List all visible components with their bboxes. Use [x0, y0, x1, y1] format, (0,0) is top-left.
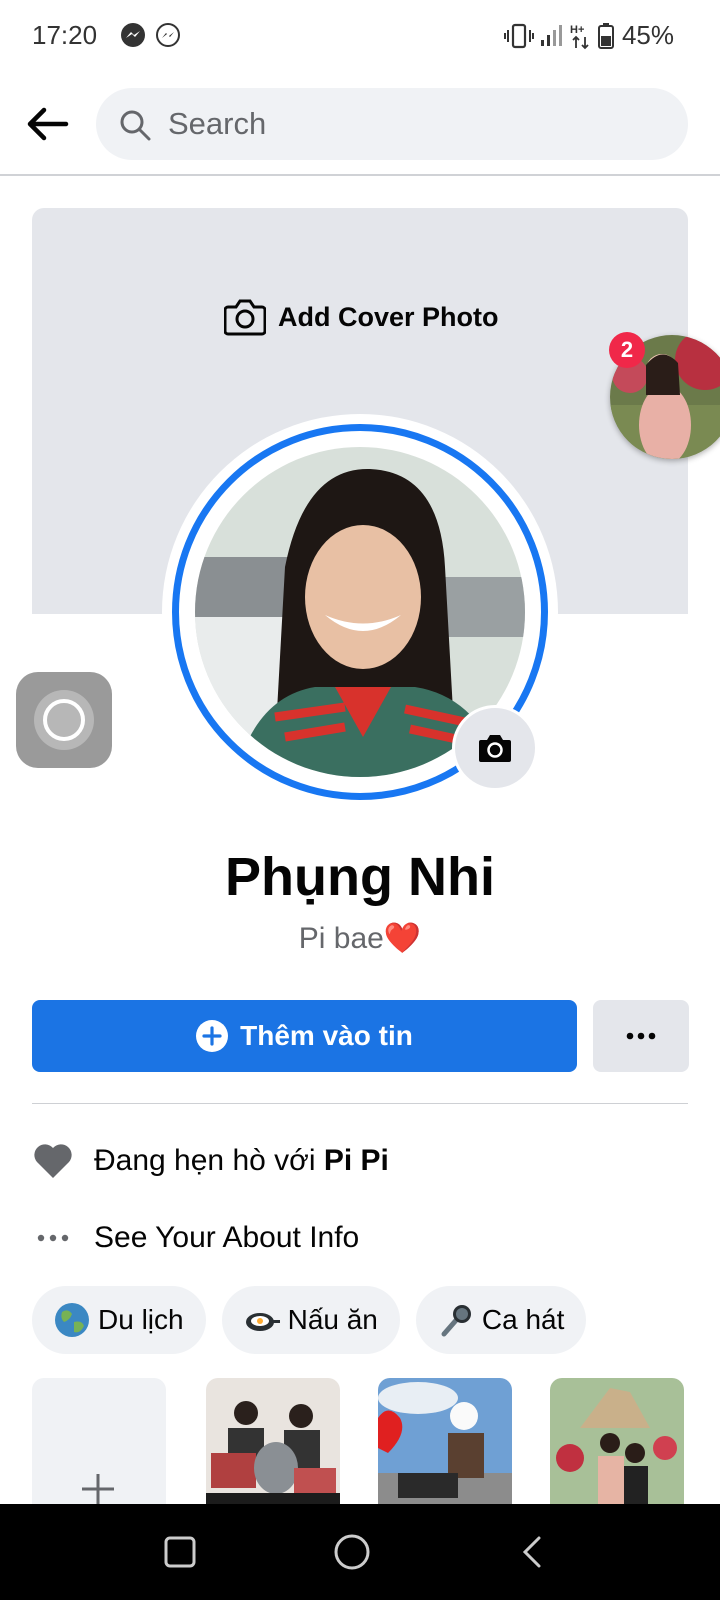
assistive-touch-button[interactable]	[16, 672, 112, 768]
heart-icon	[34, 1144, 72, 1178]
camera-icon	[224, 299, 266, 336]
search-icon	[120, 110, 151, 141]
vibrate-icon	[504, 23, 534, 49]
plus-icon	[202, 1026, 222, 1046]
add-to-story-label: Thêm vào tin	[240, 1020, 413, 1051]
relationship-prefix: Đang hẹn hò với	[94, 1144, 324, 1177]
about-info-row[interactable]: See Your About Info	[32, 1221, 359, 1255]
profile-bio-text: Pi bae	[298, 922, 384, 955]
battery-percent: 45%	[621, 20, 674, 50]
assistive-touch-inner	[34, 690, 94, 750]
about-info-label: See Your About Info	[94, 1221, 360, 1254]
recent-apps-icon	[164, 1536, 196, 1568]
svg-text:H+: H+	[570, 24, 584, 36]
home-button[interactable]	[332, 1532, 372, 1572]
assistive-touch-ring-icon	[43, 699, 85, 741]
profile-bio: Pi bae❤️	[0, 921, 720, 956]
featured-photos	[32, 1378, 688, 1528]
battery-icon	[598, 23, 614, 49]
microphone-icon	[441, 1305, 471, 1337]
search-input[interactable]	[168, 100, 648, 148]
add-cover-photo-button[interactable]: Add Cover Photo	[224, 298, 499, 336]
section-divider	[32, 1103, 688, 1104]
plus-icon	[82, 1474, 114, 1504]
red-heart-icon: ❤️	[383, 922, 422, 955]
hobby-chip[interactable]: Nấu ăn	[221, 1286, 400, 1354]
add-to-story-button[interactable]: Thêm vào tin	[32, 1000, 577, 1072]
frying-pan-icon	[245, 1313, 280, 1331]
relationship-text: Đang hẹn hò với Pi Pi	[94, 1144, 389, 1178]
status-bar: 17:20 H+ 45%	[0, 0, 720, 72]
arrow-left-icon	[27, 107, 69, 141]
recent-apps-button[interactable]	[160, 1532, 200, 1572]
chevron-left-icon	[522, 1536, 541, 1568]
messenger-icon	[121, 23, 145, 47]
chat-head-badge: 2	[609, 332, 645, 368]
hobby-label: Nấu ăn	[287, 1304, 378, 1335]
relationship-row[interactable]: Đang hẹn hò với Pi Pi	[32, 1142, 389, 1180]
data-icon: H+	[570, 24, 589, 50]
globe-icon	[55, 1303, 89, 1337]
hobby-chip[interactable]: Ca hát	[415, 1286, 587, 1354]
search-header	[0, 72, 720, 176]
hobby-chip[interactable]: Du lịch	[32, 1286, 206, 1354]
more-options-button[interactable]	[593, 1000, 689, 1072]
status-time: 17:20	[32, 20, 98, 50]
search-bar[interactable]	[96, 88, 688, 160]
plus-circle-icon	[196, 1020, 229, 1052]
more-dots-icon	[626, 1032, 656, 1040]
home-icon	[334, 1534, 370, 1570]
back-button[interactable]	[22, 98, 74, 150]
camera-icon	[479, 735, 511, 762]
system-back-button[interactable]	[512, 1532, 552, 1572]
system-navigation-bar	[0, 1504, 720, 1600]
more-dots-icon	[37, 1234, 69, 1242]
hobby-label: Du lịch	[98, 1304, 184, 1335]
add-cover-photo-label: Add Cover Photo	[278, 301, 499, 332]
hobbies-list: Du lịch Nấu ăn Ca hát	[32, 1286, 587, 1354]
edit-profile-picture-button[interactable]	[452, 705, 538, 791]
relationship-partner-link[interactable]: Pi Pi	[324, 1144, 389, 1177]
hobby-label: Ca hát	[481, 1304, 565, 1335]
messenger-outline-icon	[156, 23, 180, 47]
signal-icon	[541, 25, 562, 46]
profile-name: Phụng Nhi	[225, 847, 495, 907]
